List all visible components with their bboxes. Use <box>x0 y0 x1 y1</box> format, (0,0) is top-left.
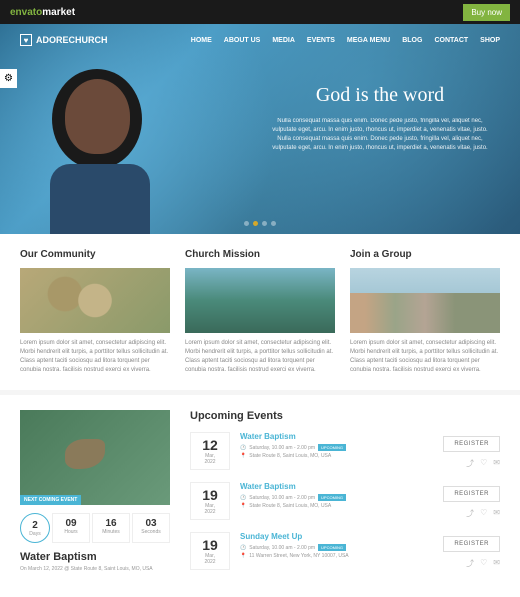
nav-events[interactable]: EVENTS <box>307 37 335 44</box>
share-icon[interactable]: ⤴ <box>466 458 474 469</box>
upcoming-title: Upcoming Events <box>190 410 500 422</box>
event-info: Sunday Meet Up 🕐 Saturday, 10.00 am - 2.… <box>240 532 420 561</box>
card-text: Lorem ipsum dolor sit amet, consectetur … <box>350 339 500 375</box>
lower-section: NEXT COMING EVENT 2Days 09Hours 16Minute… <box>0 395 520 597</box>
event-location: 📍 State Route 8, Saint Louis, MO, USA <box>240 453 420 459</box>
countdown-minutes: 16Minutes <box>92 513 130 543</box>
card-text: Lorem ipsum dolor sit amet, consectetur … <box>185 339 335 375</box>
event-info: Water Baptism 🕐 Saturday, 10.00 am - 2.0… <box>240 432 420 461</box>
hero-text: God is the word Nulla consequat massa qu… <box>270 84 490 153</box>
upcoming-events: Upcoming Events 12Mar, 2022 Water Baptis… <box>190 410 500 582</box>
slider-dot[interactable] <box>271 221 276 226</box>
event-date: 19Mar, 2022 <box>190 532 230 570</box>
nav-menu: HOME ABOUT US MEDIA EVENTS MEGA MENU BLO… <box>191 37 500 44</box>
register-button[interactable]: REGISTER <box>443 536 500 552</box>
countdown-seconds: 03Seconds <box>132 513 170 543</box>
card-community: Our Community Lorem ipsum dolor sit amet… <box>20 249 170 375</box>
mail-icon[interactable]: ✉ <box>493 458 500 469</box>
heart-icon: ♥ <box>20 34 32 46</box>
countdown-hours: 09Hours <box>52 513 90 543</box>
nav-media[interactable]: MEDIA <box>272 37 295 44</box>
upcoming-tag: UPCOMING <box>318 544 346 551</box>
card-image[interactable] <box>185 268 335 333</box>
featured-event: NEXT COMING EVENT 2Days 09Hours 16Minute… <box>20 410 170 582</box>
hero-person-image <box>30 64 170 234</box>
heart-icon[interactable]: ♡ <box>480 458 487 469</box>
mail-icon[interactable]: ✉ <box>493 508 500 519</box>
slider-dots <box>244 221 276 226</box>
heart-icon[interactable]: ♡ <box>480 508 487 519</box>
register-button[interactable]: REGISTER <box>443 486 500 502</box>
featured-meta: On March 12, 2022 @ State Route 8, Saint… <box>20 566 170 572</box>
event-date: 12Mar, 2022 <box>190 432 230 470</box>
event-actions: REGISTER ⤴ ♡ ✉ <box>430 432 500 469</box>
slider-dot[interactable] <box>244 221 249 226</box>
pin-icon: 📍 <box>240 503 246 509</box>
accessibility-icon[interactable]: ⚙ <box>0 69 17 88</box>
event-date: 19Mar, 2022 <box>190 482 230 520</box>
countdown-days: 2Days <box>20 513 50 543</box>
event-time: 🕐 Saturday, 10.00 am - 2.00 pm UPCOMING <box>240 444 420 451</box>
envato-logo[interactable]: envatomarket <box>10 7 75 18</box>
hero-section: ♥ ADORECHURCH HOME ABOUT US MEDIA EVENTS… <box>0 24 520 234</box>
card-image[interactable] <box>20 268 170 333</box>
event-row: 19Mar, 2022 Sunday Meet Up 🕐 Saturday, 1… <box>190 532 500 570</box>
slider-dot-active[interactable] <box>253 221 258 226</box>
countdown: 2Days 09Hours 16Minutes 03Seconds <box>20 513 170 543</box>
event-time: 🕐 Saturday, 10.00 am - 2.00 pm UPCOMING <box>240 494 420 501</box>
event-title[interactable]: Water Baptism <box>240 432 420 441</box>
clock-icon: 🕐 <box>240 445 246 451</box>
site-logo[interactable]: ♥ ADORECHURCH <box>20 34 108 46</box>
event-info: Water Baptism 🕐 Saturday, 10.00 am - 2.0… <box>240 482 420 511</box>
featured-title: Water Baptism <box>20 551 170 563</box>
share-icon[interactable]: ⤴ <box>466 558 474 569</box>
event-location: 📍 11 Warren Street, New York, NY 10007, … <box>240 553 420 559</box>
clock-icon: 🕐 <box>240 495 246 501</box>
hero-title: God is the word <box>270 84 490 107</box>
nav-contact[interactable]: CONTACT <box>434 37 468 44</box>
nav-about[interactable]: ABOUT US <box>224 37 261 44</box>
share-icon[interactable]: ⤴ <box>466 508 474 519</box>
logo-text: ADORECHURCH <box>36 35 108 45</box>
event-time: 🕐 Saturday, 10.00 am - 2.00 pm UPCOMING <box>240 544 420 551</box>
event-location: 📍 State Route 8, Saint Louis, MO, USA <box>240 503 420 509</box>
top-bar: envatomarket Buy now <box>0 0 520 24</box>
nav-blog[interactable]: BLOG <box>402 37 422 44</box>
event-title[interactable]: Sunday Meet Up <box>240 532 420 541</box>
card-title: Our Community <box>20 249 170 260</box>
featured-image[interactable]: NEXT COMING EVENT <box>20 410 170 505</box>
buy-now-button[interactable]: Buy now <box>463 4 510 21</box>
nav-mega[interactable]: MEGA MENU <box>347 37 390 44</box>
pin-icon: 📍 <box>240 553 246 559</box>
next-event-badge: NEXT COMING EVENT <box>20 495 81 505</box>
register-button[interactable]: REGISTER <box>443 436 500 452</box>
slider-dot[interactable] <box>262 221 267 226</box>
event-actions: REGISTER ⤴ ♡ ✉ <box>430 532 500 569</box>
card-text: Lorem ipsum dolor sit amet, consectetur … <box>20 339 170 375</box>
navbar: ♥ ADORECHURCH HOME ABOUT US MEDIA EVENTS… <box>0 24 520 56</box>
event-actions: REGISTER ⤴ ♡ ✉ <box>430 482 500 519</box>
card-title: Join a Group <box>350 249 500 260</box>
card-image[interactable] <box>350 268 500 333</box>
event-row: 19Mar, 2022 Water Baptism 🕐 Saturday, 10… <box>190 482 500 520</box>
event-title[interactable]: Water Baptism <box>240 482 420 491</box>
heart-icon[interactable]: ♡ <box>480 558 487 569</box>
mail-icon[interactable]: ✉ <box>493 558 500 569</box>
nav-shop[interactable]: SHOP <box>480 37 500 44</box>
clock-icon: 🕐 <box>240 545 246 551</box>
pin-icon: 📍 <box>240 453 246 459</box>
event-row: 12Mar, 2022 Water Baptism 🕐 Saturday, 10… <box>190 432 500 470</box>
card-mission: Church Mission Lorem ipsum dolor sit ame… <box>185 249 335 375</box>
upcoming-tag: UPCOMING <box>318 494 346 501</box>
hero-description: Nulla consequat massa quis enim. Donec p… <box>270 117 490 153</box>
upcoming-tag: UPCOMING <box>318 444 346 451</box>
card-title: Church Mission <box>185 249 335 260</box>
nav-home[interactable]: HOME <box>191 37 212 44</box>
card-group: Join a Group Lorem ipsum dolor sit amet,… <box>350 249 500 375</box>
cards-section: Our Community Lorem ipsum dolor sit amet… <box>0 234 520 390</box>
